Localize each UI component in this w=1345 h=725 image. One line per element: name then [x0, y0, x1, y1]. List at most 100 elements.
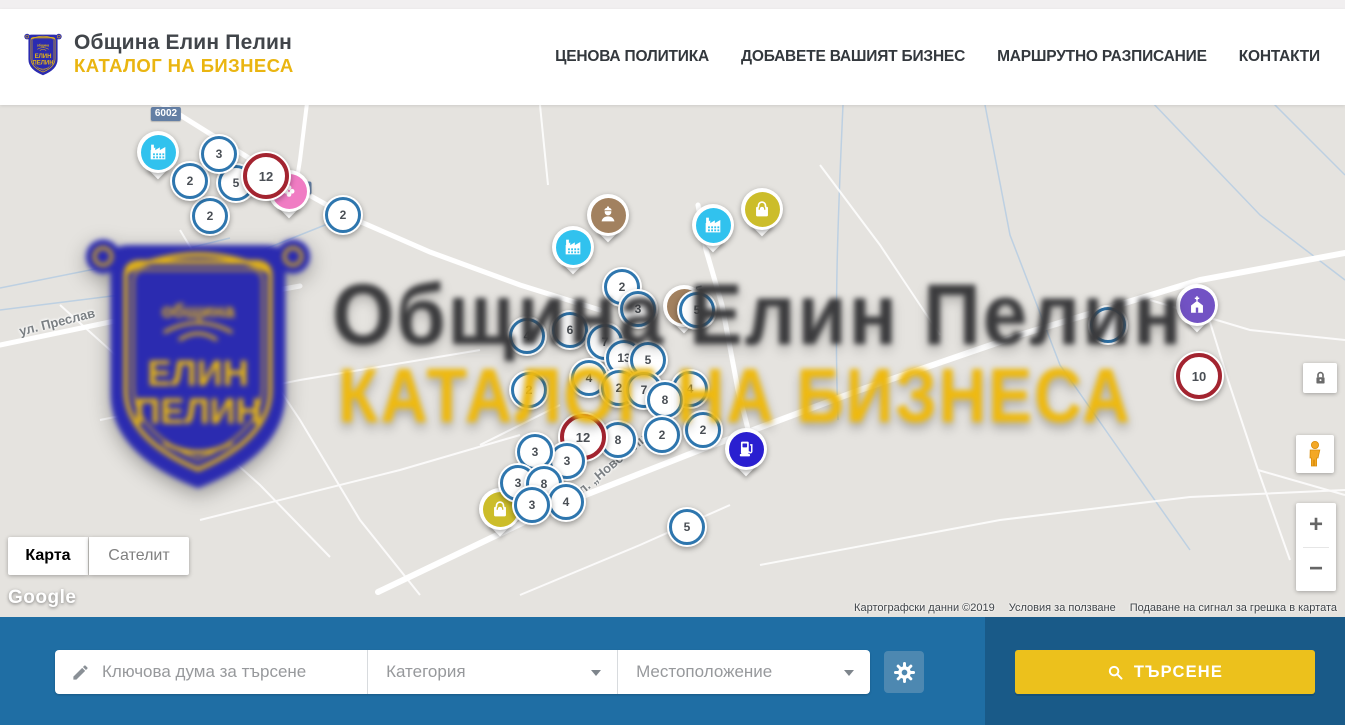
search-bar: ТЪРСЕНЕ Категория Местоположение	[0, 617, 1345, 725]
chevron-down-icon	[844, 670, 854, 676]
lock-button[interactable]	[1303, 363, 1337, 393]
search-bar-right-panel: ТЪРСЕНЕ	[985, 617, 1345, 725]
marker-cluster[interactable]: 10	[1174, 351, 1224, 401]
marker-cluster[interactable]: 2	[323, 195, 363, 235]
marker-pin-fuel[interactable]	[725, 428, 767, 484]
map-canvas[interactable]: 6002 ул. Преславбул. „Новоселци“ци 22531…	[0, 105, 1345, 617]
municipality-crest-icon: община ЕЛИН ПЕЛИН	[24, 21, 62, 87]
marker-cluster[interactable]: 4	[507, 316, 547, 356]
marker-cluster[interactable]: 5	[667, 507, 707, 547]
location-select[interactable]: Местоположение	[618, 650, 870, 694]
cluster-count: 5	[233, 176, 240, 190]
cluster-count: 12	[259, 169, 273, 184]
top-strip	[0, 0, 1345, 9]
svg-text:ЕЛИН: ЕЛИН	[35, 54, 52, 60]
zoom-control: + −	[1296, 503, 1336, 591]
zoom-out-button[interactable]: −	[1296, 548, 1336, 591]
cluster-count: 8	[662, 393, 669, 407]
search-button-label: ТЪРСЕНЕ	[1134, 663, 1223, 682]
marker-pin-factory[interactable]	[552, 226, 594, 282]
cluster-count: 4	[524, 329, 531, 343]
category-value: Категория	[368, 662, 465, 682]
marker-cluster[interactable]: 2	[190, 196, 230, 236]
cluster-count: 2	[187, 174, 194, 188]
map-markers-layer: 225312223564713542274882212333843510	[0, 105, 1345, 617]
nav-add-your-business[interactable]: ДОБАВЕТЕ ВАШИЯТ БИЗНЕС	[741, 48, 965, 66]
pin-circle	[552, 226, 594, 268]
lock-icon	[1313, 370, 1328, 387]
map-type-control: Карта Сателит	[8, 537, 189, 575]
category-select[interactable]: Категория	[368, 650, 617, 694]
nav-route-schedule[interactable]: МАРШРУТНО РАЗПИСАНИЕ	[997, 48, 1207, 66]
gear-icon	[894, 662, 915, 683]
map-type-map-button[interactable]: Карта	[8, 537, 88, 575]
pin-circle	[137, 131, 179, 173]
marker-cluster[interactable]: 5	[677, 290, 717, 330]
nav-contacts[interactable]: КОНТАКТИ	[1239, 48, 1320, 66]
nav-price-policy[interactable]: ЦЕНОВА ПОЛИТИКА	[555, 48, 709, 66]
pegman-icon	[1303, 440, 1327, 468]
marker-pin-church[interactable]	[1176, 284, 1218, 340]
terms-link[interactable]: Условия за ползване	[1009, 602, 1116, 614]
map-data-notice: Картографски данни ©2019	[854, 602, 995, 614]
cluster-count: 2	[616, 381, 623, 395]
marker-cluster[interactable]: 4	[546, 482, 586, 522]
keyword-input[interactable]	[100, 661, 367, 683]
marker-cluster[interactable]: 2	[642, 415, 682, 455]
pegman-control[interactable]	[1296, 435, 1334, 473]
pin-circle	[1176, 284, 1218, 326]
location-value: Местоположение	[618, 662, 772, 682]
marker-cluster[interactable]	[1088, 305, 1128, 345]
cluster-count: 2	[619, 280, 626, 294]
cluster-count: 5	[645, 353, 652, 367]
cluster-count: 3	[532, 445, 539, 459]
marker-cluster[interactable]: 3	[199, 134, 239, 174]
cluster-count: 4	[687, 382, 694, 396]
marker-cluster[interactable]: 3	[618, 289, 658, 329]
brand-logo[interactable]: община ЕЛИН ПЕЛИН Община Елин Пелин КАТА…	[24, 21, 294, 87]
svg-text:ПЕЛИН: ПЕЛИН	[32, 60, 53, 66]
report-error-link[interactable]: Подаване на сигнал за грешка в картата	[1130, 602, 1337, 614]
marker-pin-factory[interactable]	[692, 204, 734, 260]
search-button[interactable]: ТЪРСЕНЕ	[1015, 650, 1315, 694]
cluster-count: 3	[216, 147, 223, 161]
marker-cluster[interactable]: 3	[512, 485, 552, 525]
marker-cluster[interactable]: 2	[509, 370, 549, 410]
cluster-count: 10	[1192, 369, 1206, 384]
cluster-count: 2	[340, 208, 347, 222]
cluster-count: 3	[635, 302, 642, 316]
cluster-count: 3	[564, 454, 571, 468]
marker-pin-bag[interactable]	[741, 188, 783, 244]
svg-text:община: община	[37, 44, 49, 48]
cluster-count: 6	[567, 323, 574, 337]
map-attribution: Картографски данни ©2019 Условия за ползв…	[854, 602, 1337, 614]
google-logo[interactable]: Google	[8, 587, 76, 609]
main-nav: ЦЕНОВА ПОЛИТИКА ДОБАВЕТЕ ВАШИЯТ БИЗНЕС МАР…	[555, 9, 1320, 105]
pencil-icon	[71, 663, 90, 682]
marker-cluster[interactable]: 8	[645, 380, 685, 420]
cluster-count: 4	[563, 495, 570, 509]
marker-cluster[interactable]: 2	[683, 410, 723, 450]
keyword-section	[55, 650, 367, 694]
header: община ЕЛИН ПЕЛИН Община Елин Пелин КАТА…	[0, 9, 1345, 105]
cluster-count: 2	[700, 423, 707, 437]
cluster-count: 2	[526, 383, 533, 397]
cluster-count: 2	[207, 209, 214, 223]
cluster-count: 12	[576, 430, 590, 445]
pin-circle	[741, 188, 783, 230]
marker-cluster[interactable]: 6	[550, 310, 590, 350]
cluster-count: 8	[615, 433, 622, 447]
zoom-in-button[interactable]: +	[1296, 504, 1336, 547]
brand-text: Община Елин Пелин КАТАЛОГ НА БИЗНЕСА	[74, 31, 294, 76]
cluster-count: 3	[529, 498, 536, 512]
page: община ЕЛИН ПЕЛИН Община Елин Пелин КАТА…	[0, 0, 1345, 725]
chevron-down-icon	[591, 670, 601, 676]
map-type-satellite-button[interactable]: Сателит	[89, 537, 189, 575]
marker-cluster[interactable]: 12	[241, 151, 291, 201]
advanced-settings-button[interactable]	[884, 651, 924, 693]
cluster-count: 4	[586, 371, 593, 385]
search-fields: Категория Местоположение	[55, 650, 870, 694]
cluster-count: 2	[659, 428, 666, 442]
brand-subtitle: КАТАЛОГ НА БИЗНЕСА	[74, 55, 294, 76]
pin-circle	[725, 428, 767, 470]
